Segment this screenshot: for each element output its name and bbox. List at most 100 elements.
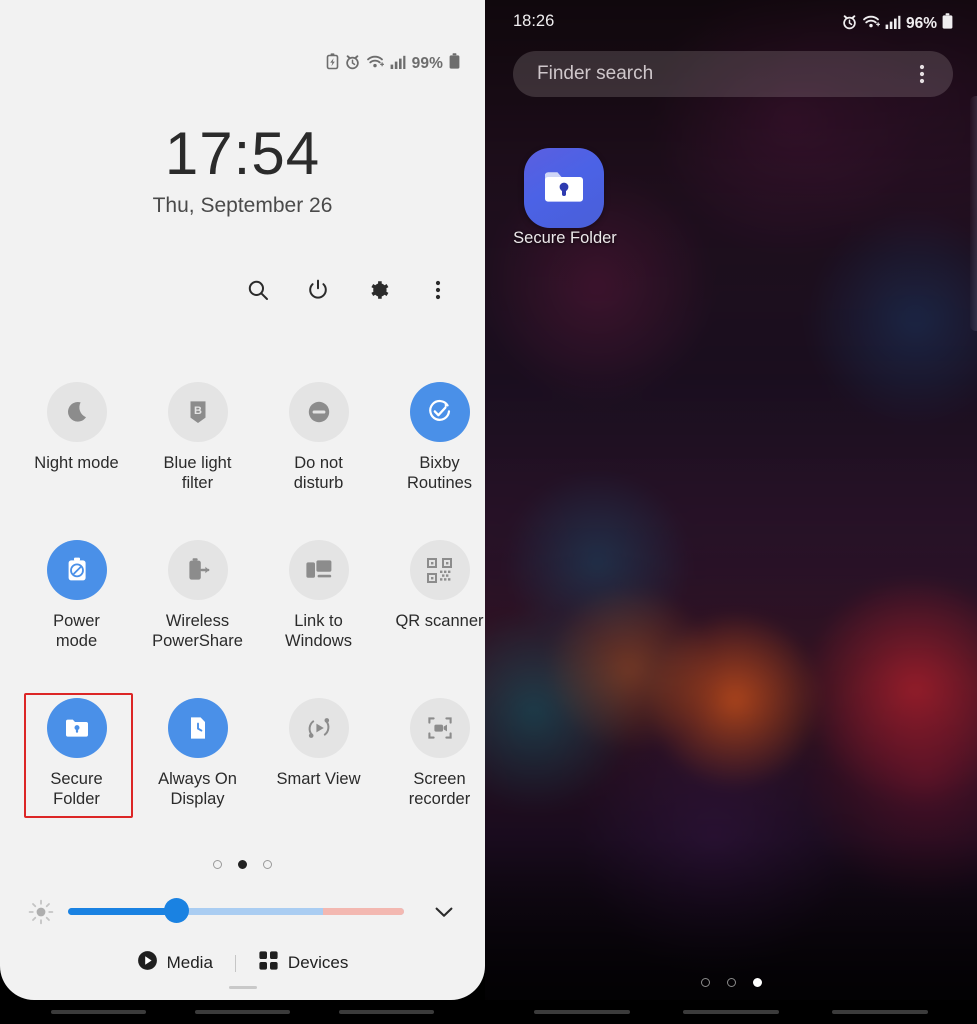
tile-blue-light-filter[interactable]: B Blue light filter — [142, 382, 253, 540]
quick-settings-panel: 99% 17:54 Thu, September 26 Night mode B… — [0, 0, 485, 1024]
smart-view-icon — [288, 698, 349, 758]
chevron-down-icon[interactable] — [431, 900, 457, 924]
wireless-powershare-icon — [167, 540, 228, 600]
devices-button[interactable]: Devices — [258, 950, 348, 976]
page-dot[interactable] — [700, 978, 710, 987]
nav-recents-button[interactable] — [533, 1010, 630, 1014]
page-dot[interactable] — [213, 860, 222, 869]
tile-label: Always On Display — [158, 770, 237, 808]
tile-label: Secure Folder — [50, 770, 103, 808]
home-page-indicator — [485, 978, 977, 987]
tile-qr-scanner[interactable]: QR scanner — [384, 540, 495, 698]
page-dot[interactable] — [726, 978, 736, 987]
brightness-row — [0, 896, 485, 930]
brightness-slider-track[interactable] — [68, 908, 404, 915]
tile-label: Blue light filter — [163, 454, 232, 492]
battery-full-icon — [449, 53, 460, 75]
quick-settings-footer: Media Devices — [0, 946, 485, 980]
tile-label: Bixby Routines — [406, 454, 473, 492]
tile-power-mode[interactable]: Power mode — [21, 540, 132, 698]
moon-icon — [46, 382, 107, 442]
tile-label: Screen recorder — [408, 770, 471, 808]
more-options-icon[interactable] — [423, 275, 453, 305]
play-circle-icon — [137, 950, 158, 976]
status-time: 18:26 — [513, 12, 555, 30]
devices-grid-icon — [258, 950, 279, 976]
link-to-windows-icon — [288, 540, 349, 600]
tile-do-not-disturb[interactable]: Do not disturb — [263, 382, 374, 540]
clock-time: 17:54 — [164, 120, 321, 187]
media-button[interactable]: Media — [137, 950, 213, 976]
tile-always-on-display[interactable]: Always On Display — [142, 698, 253, 856]
tile-screen-recorder[interactable]: Screen recorder — [384, 698, 495, 856]
status-bar: 99% — [0, 53, 485, 77]
nav-home-button[interactable] — [194, 1010, 290, 1014]
footer-divider — [234, 954, 236, 972]
brightness-warm-segment — [323, 908, 404, 915]
wifi-icon — [366, 54, 384, 74]
nav-back-button[interactable] — [339, 1010, 435, 1014]
quick-settings-tiles: Night mode B Blue light filter Do not dist… — [0, 382, 485, 856]
page-dot-active[interactable] — [752, 978, 762, 987]
app-icon-label: Secure Folder — [513, 229, 617, 247]
edge-panel-handle[interactable] — [970, 96, 977, 331]
signal-bars-icon — [390, 54, 406, 75]
gear-icon[interactable] — [363, 275, 393, 305]
media-label: Media — [166, 953, 213, 972]
battery-percent-label: 96% — [905, 15, 937, 32]
tile-smart-view[interactable]: Smart View — [263, 698, 374, 856]
bixby-routines-icon — [409, 382, 470, 442]
brightness-slider-fill — [68, 908, 176, 915]
more-options-icon[interactable] — [911, 62, 933, 86]
screen-recorder-icon — [409, 698, 470, 758]
tile-label: QR scanner — [395, 612, 484, 630]
wifi-icon — [862, 14, 881, 34]
tile-label: Wireless PowerShare — [152, 612, 243, 650]
tile-night-mode[interactable]: Night mode — [21, 382, 132, 540]
finder-search-placeholder: Finder search — [537, 63, 654, 84]
tile-row: Night mode B Blue light filter Do not dist… — [0, 382, 485, 540]
blue-light-icon: B — [167, 382, 228, 442]
secure-folder-icon — [46, 698, 107, 758]
page-indicator — [0, 860, 485, 869]
quick-settings-action-row — [0, 272, 485, 308]
nav-home-button[interactable] — [682, 1010, 779, 1014]
secure-folder-app-icon[interactable] — [524, 148, 604, 228]
status-bar: 18:26 96% — [485, 12, 977, 36]
tile-label: Night mode — [34, 454, 119, 472]
always-on-display-icon — [167, 698, 228, 758]
tile-secure-folder[interactable]: Secure Folder — [21, 698, 132, 856]
navigation-bar-right — [485, 1000, 977, 1024]
battery-saver-icon — [326, 53, 339, 75]
screenshot-root: 99% 17:54 Thu, September 26 Night mode B… — [0, 0, 977, 1024]
brightness-icon — [28, 899, 54, 925]
do-not-disturb-icon — [288, 382, 349, 442]
brightness-slider-thumb[interactable] — [164, 898, 189, 923]
tile-bixby-routines[interactable]: Bixby Routines — [384, 382, 495, 540]
clock-date: Thu, September 26 — [152, 194, 333, 217]
page-dot[interactable] — [263, 860, 272, 869]
app-icon-squircle — [524, 148, 604, 228]
nav-back-button[interactable] — [832, 1010, 929, 1014]
tile-link-to-windows[interactable]: Link to Windows — [263, 540, 374, 698]
tile-wireless-powershare[interactable]: Wireless PowerShare — [142, 540, 253, 698]
quick-settings-sheet: 99% 17:54 Thu, September 26 Night mode B… — [0, 0, 485, 1000]
tile-label: Smart View — [276, 770, 361, 788]
panel-drag-handle[interactable] — [228, 986, 257, 989]
battery-percent-label: 99% — [411, 55, 443, 72]
finder-search-bar[interactable]: Finder search — [513, 51, 953, 97]
power-icon[interactable] — [303, 275, 333, 305]
page-dot-active[interactable] — [238, 860, 247, 869]
power-mode-icon — [46, 540, 107, 600]
nav-recents-button[interactable] — [50, 1010, 146, 1014]
svg-text:B: B — [194, 405, 202, 417]
battery-full-icon — [942, 13, 953, 35]
alarm-icon — [345, 54, 360, 75]
qr-scanner-icon — [409, 540, 470, 600]
tile-label: Do not disturb — [293, 454, 344, 492]
tile-label: Link to Windows — [285, 612, 352, 650]
alarm-icon — [842, 14, 857, 35]
tile-row: Power mode Wireless PowerShare Link to Wind… — [0, 540, 485, 698]
search-icon[interactable] — [243, 275, 273, 305]
devices-label: Devices — [287, 953, 349, 972]
